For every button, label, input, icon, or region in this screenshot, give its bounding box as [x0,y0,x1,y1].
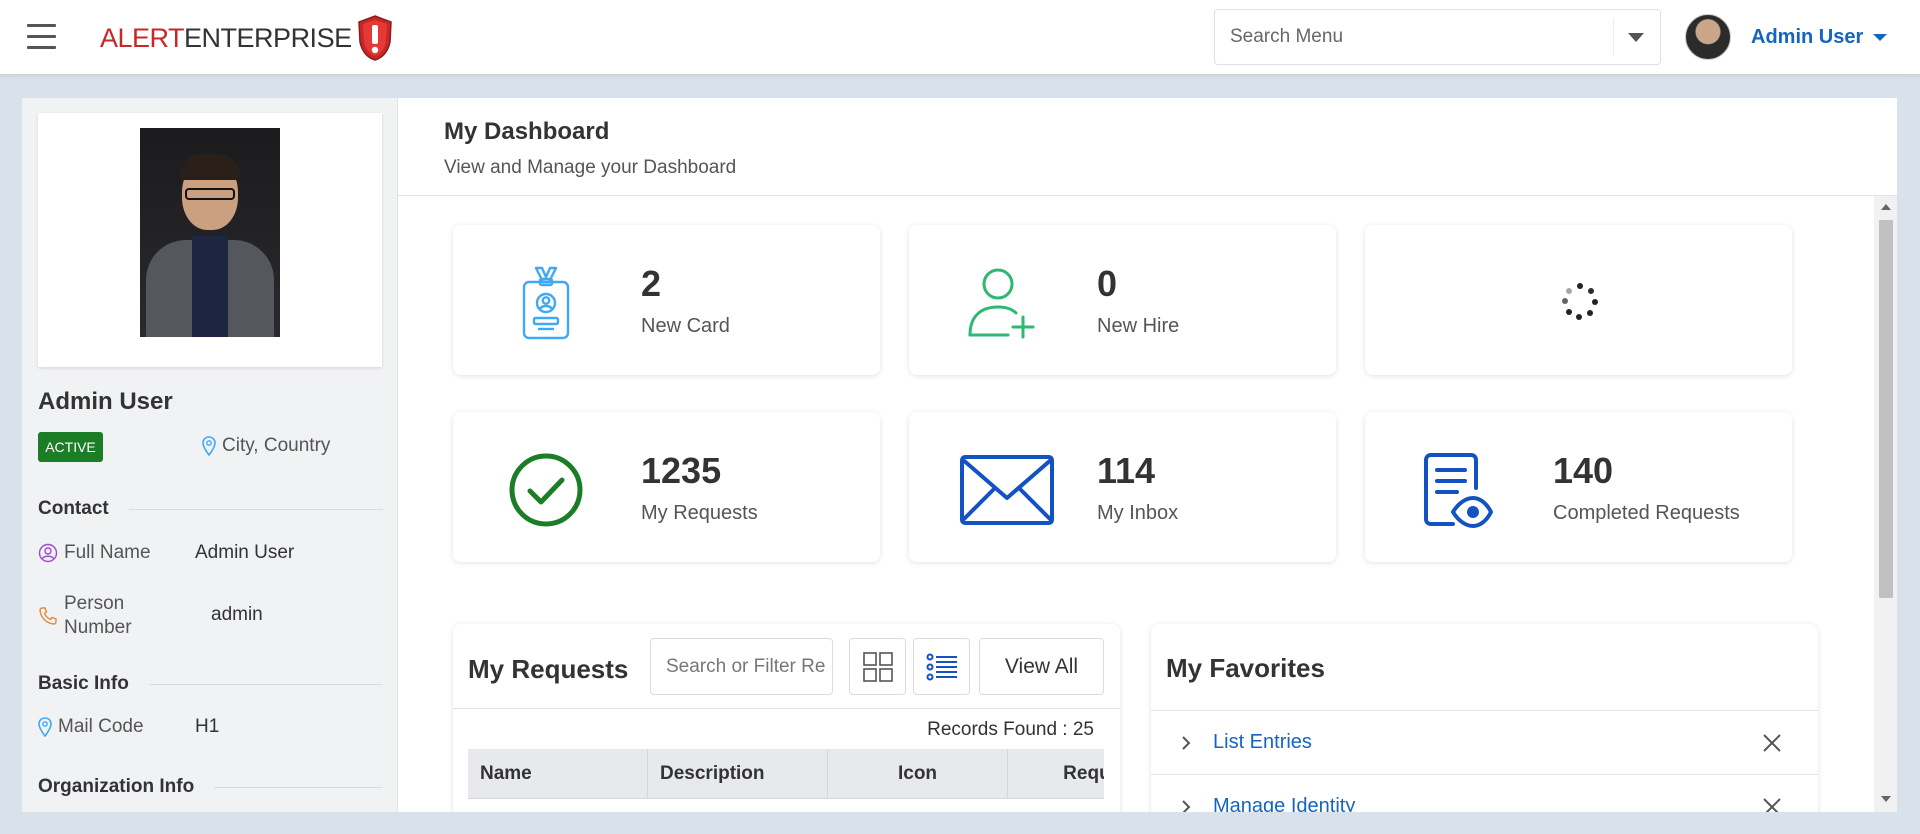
requests-filter-input[interactable] [650,638,833,695]
map-pin-icon [202,436,216,456]
scroll-down-arrow-icon[interactable] [1881,796,1891,802]
list-view-icon [926,653,957,680]
profile-panel: Admin User ACTIVE City, Country Contact … [22,98,397,812]
basic-info-section-title: Basic Info [38,673,129,694]
mail-code-label: Mail Code [58,716,144,737]
page-title: My Dashboard [444,118,610,145]
status-badge: ACTIVE [38,432,103,462]
mail-code-value: H1 [195,716,220,737]
full-name-value: Admin User [195,542,295,563]
map-pin-icon [38,717,52,737]
my-requests-panel: My Requests Search or Filter Re View All… [453,624,1120,812]
id-badge-icon [522,266,570,340]
contact-section-title: Contact [38,498,109,519]
chevron-right-icon[interactable] [1181,799,1191,812]
favorite-item-label[interactable]: List Entries [1213,731,1312,754]
favorite-item-label[interactable]: Manage Identity [1213,795,1355,812]
completed-requests-count: 140 [1553,450,1614,491]
column-header-name[interactable]: Name [468,749,648,798]
chevron-down-icon[interactable] [1628,33,1644,42]
search-menu-divider [1613,18,1614,56]
my-favorites-title: My Favorites [1166,653,1325,683]
new-card-tile[interactable]: 2 New Card [453,225,880,375]
records-found-count: Records Found : 25 [927,719,1094,740]
user-avatar[interactable] [1685,14,1731,60]
my-favorites-panel: My Favorites List Entries Manage Identit… [1151,624,1818,812]
loading-spinner-icon [1562,283,1598,320]
profile-photo-card [38,113,382,367]
completed-requests-tile[interactable]: 140 Completed Requests [1365,412,1792,562]
my-requests-label: My Requests [641,502,758,524]
page-subtitle: View and Manage your Dashboard [444,157,737,178]
search-menu-input[interactable] [1215,10,1605,64]
person-number-value: admin [211,604,263,625]
full-name-label: Full Name [64,542,151,563]
my-inbox-count: 114 [1097,450,1156,491]
document-eye-icon [1424,453,1493,528]
favorite-item[interactable]: Manage Identity [1151,775,1818,812]
requests-table-header: Name Description Icon Reques [468,749,1104,799]
person-number-row: Person Number admin [38,591,383,641]
close-icon[interactable] [1762,797,1782,812]
person-number-label-line1: Person [64,593,125,614]
new-card-label: New Card [641,315,730,337]
my-inbox-tile[interactable]: 114 My Inbox [909,412,1336,562]
dashboard-content: 2 New Card 0 New Hire 1235 My Requests 1… [398,196,1874,812]
caret-down-icon [1873,34,1888,41]
check-circle-icon [509,453,583,527]
my-inbox-label: My Inbox [1097,502,1179,524]
dashboard-header: My Dashboard View and Manage your Dashbo… [398,98,1897,196]
organization-info-section-header: Organization Info [38,776,383,798]
grid-view-icon [862,651,893,682]
phone-icon [39,607,57,625]
hamburger-menu-icon[interactable] [27,24,57,50]
view-all-button[interactable]: View All [979,638,1104,695]
favorite-item[interactable]: List Entries [1151,711,1818,775]
mail-code-row: Mail Code H1 [38,716,383,738]
organization-info-section-title: Organization Info [38,776,195,797]
my-requests-tile[interactable]: 1235 My Requests [453,412,880,562]
my-requests-count: 1235 [641,450,722,491]
logo-text: ALERTENTERPRISE [100,22,352,53]
envelope-icon [960,455,1054,525]
basic-info-section-header: Basic Info [38,673,383,695]
column-header-description[interactable]: Description [648,749,828,798]
new-hire-tile[interactable]: 0 New Hire [909,225,1336,375]
profile-photo [140,128,280,337]
column-header-icon[interactable]: Icon [828,749,1008,798]
shield-icon [357,15,392,61]
user-plus-icon [968,268,1035,339]
scrollbar-thumb[interactable] [1879,220,1893,598]
person-number-label-line2: Number [64,617,132,638]
completed-requests-label: Completed Requests [1553,502,1740,524]
grid-view-button[interactable] [849,638,906,695]
column-header-requests[interactable]: Reques [1008,749,1104,798]
dashboard-panel: My Dashboard View and Manage your Dashbo… [397,98,1897,812]
scroll-up-arrow-icon[interactable] [1881,204,1891,210]
list-view-button[interactable] [913,638,970,695]
close-icon[interactable] [1762,733,1782,753]
content-scrollbar[interactable] [1874,196,1897,812]
loading-tile [1365,225,1792,375]
new-card-count: 2 [641,263,662,304]
alertenterprise-logo[interactable]: ALERTENTERPRISE [100,14,394,62]
search-menu-select[interactable] [1214,9,1661,65]
top-header: ALERTENTERPRISE Admin User [0,0,1920,74]
chevron-right-icon[interactable] [1181,735,1191,751]
user-menu-name: Admin User [1751,26,1864,48]
profile-location: City, Country [202,435,330,457]
user-circle-icon [38,543,58,563]
contact-section-header: Contact [38,498,383,520]
location-text: City, Country [222,435,331,456]
my-requests-title: My Requests [468,654,629,684]
user-menu-dropdown[interactable]: Admin User [1751,26,1888,49]
new-hire-label: New Hire [1097,315,1180,337]
new-hire-count: 0 [1097,263,1118,304]
full-name-row: Full Name Admin User [38,542,383,564]
profile-name: Admin User [38,388,173,415]
